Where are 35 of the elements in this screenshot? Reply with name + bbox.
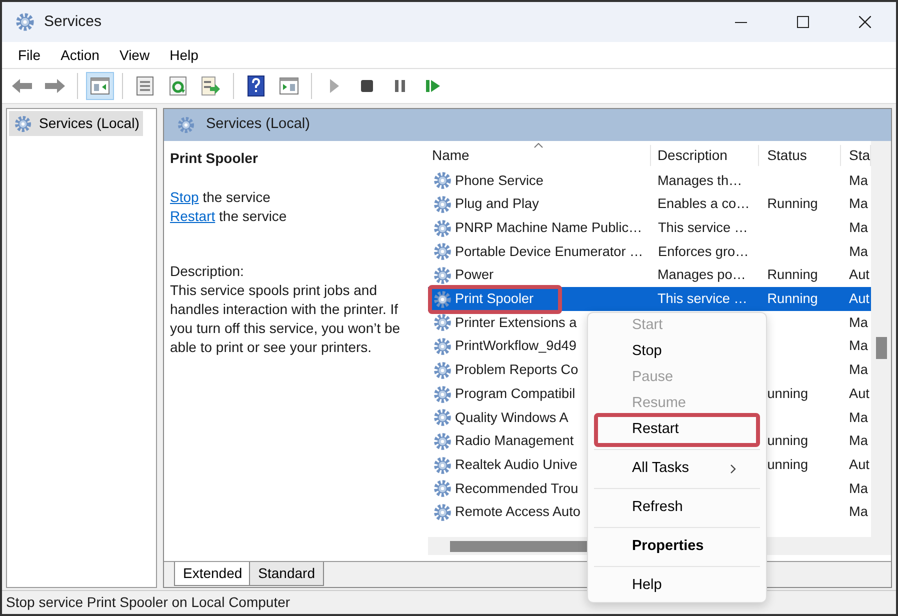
table-cell: Ma: [849, 244, 868, 259]
table-cell: Aut: [849, 456, 870, 472]
service-title: Print Spooler: [170, 149, 259, 168]
table-cell: Ma: [849, 362, 868, 378]
table-cell: Ma: [849, 172, 868, 188]
table-cell: unning: [767, 456, 808, 472]
table-cell: Ma: [849, 504, 868, 520]
table-cell: Ma: [849, 410, 868, 425]
table-cell: Aut: [849, 386, 870, 401]
window-title: Services: [44, 12, 102, 32]
table-cell: Manages po…: [657, 267, 746, 282]
table-cell: Aut: [849, 267, 870, 282]
table-cell: This service …: [658, 220, 748, 236]
description-label: Description:: [170, 262, 245, 281]
table-cell: Ma: [849, 220, 868, 236]
table-cell: Ma: [849, 433, 868, 448]
table-cell: Ma: [849, 196, 868, 212]
table-cell: Ma: [849, 338, 868, 354]
action-line: Stop the service: [170, 188, 272, 207]
table-cell: This service …: [657, 291, 748, 306]
table-cell: unning: [767, 433, 808, 448]
table-cell: Running: [767, 196, 818, 212]
table-cell: Running: [767, 267, 818, 282]
table-cell: Running: [767, 291, 818, 306]
table-cell: Ma: [849, 314, 868, 330]
action-line: Restart the service: [170, 207, 288, 226]
description-text: This service spools print jobs and handles interaction with the printer. If you turn off this service, you won’t be able to print or see your printers.: [170, 281, 402, 357]
table-cell: unning: [767, 386, 808, 401]
table-cell: Manages th…: [657, 172, 742, 188]
status-text: Stop service Print Spooler on Local Computer: [6, 593, 290, 612]
table-cell: Enforces gro…: [658, 244, 749, 259]
table-cell: Ma: [849, 480, 868, 496]
table-cell: Aut: [849, 291, 870, 306]
table-cell: Enables a co…: [657, 196, 750, 212]
pane-title: Services (Local): [206, 115, 310, 134]
